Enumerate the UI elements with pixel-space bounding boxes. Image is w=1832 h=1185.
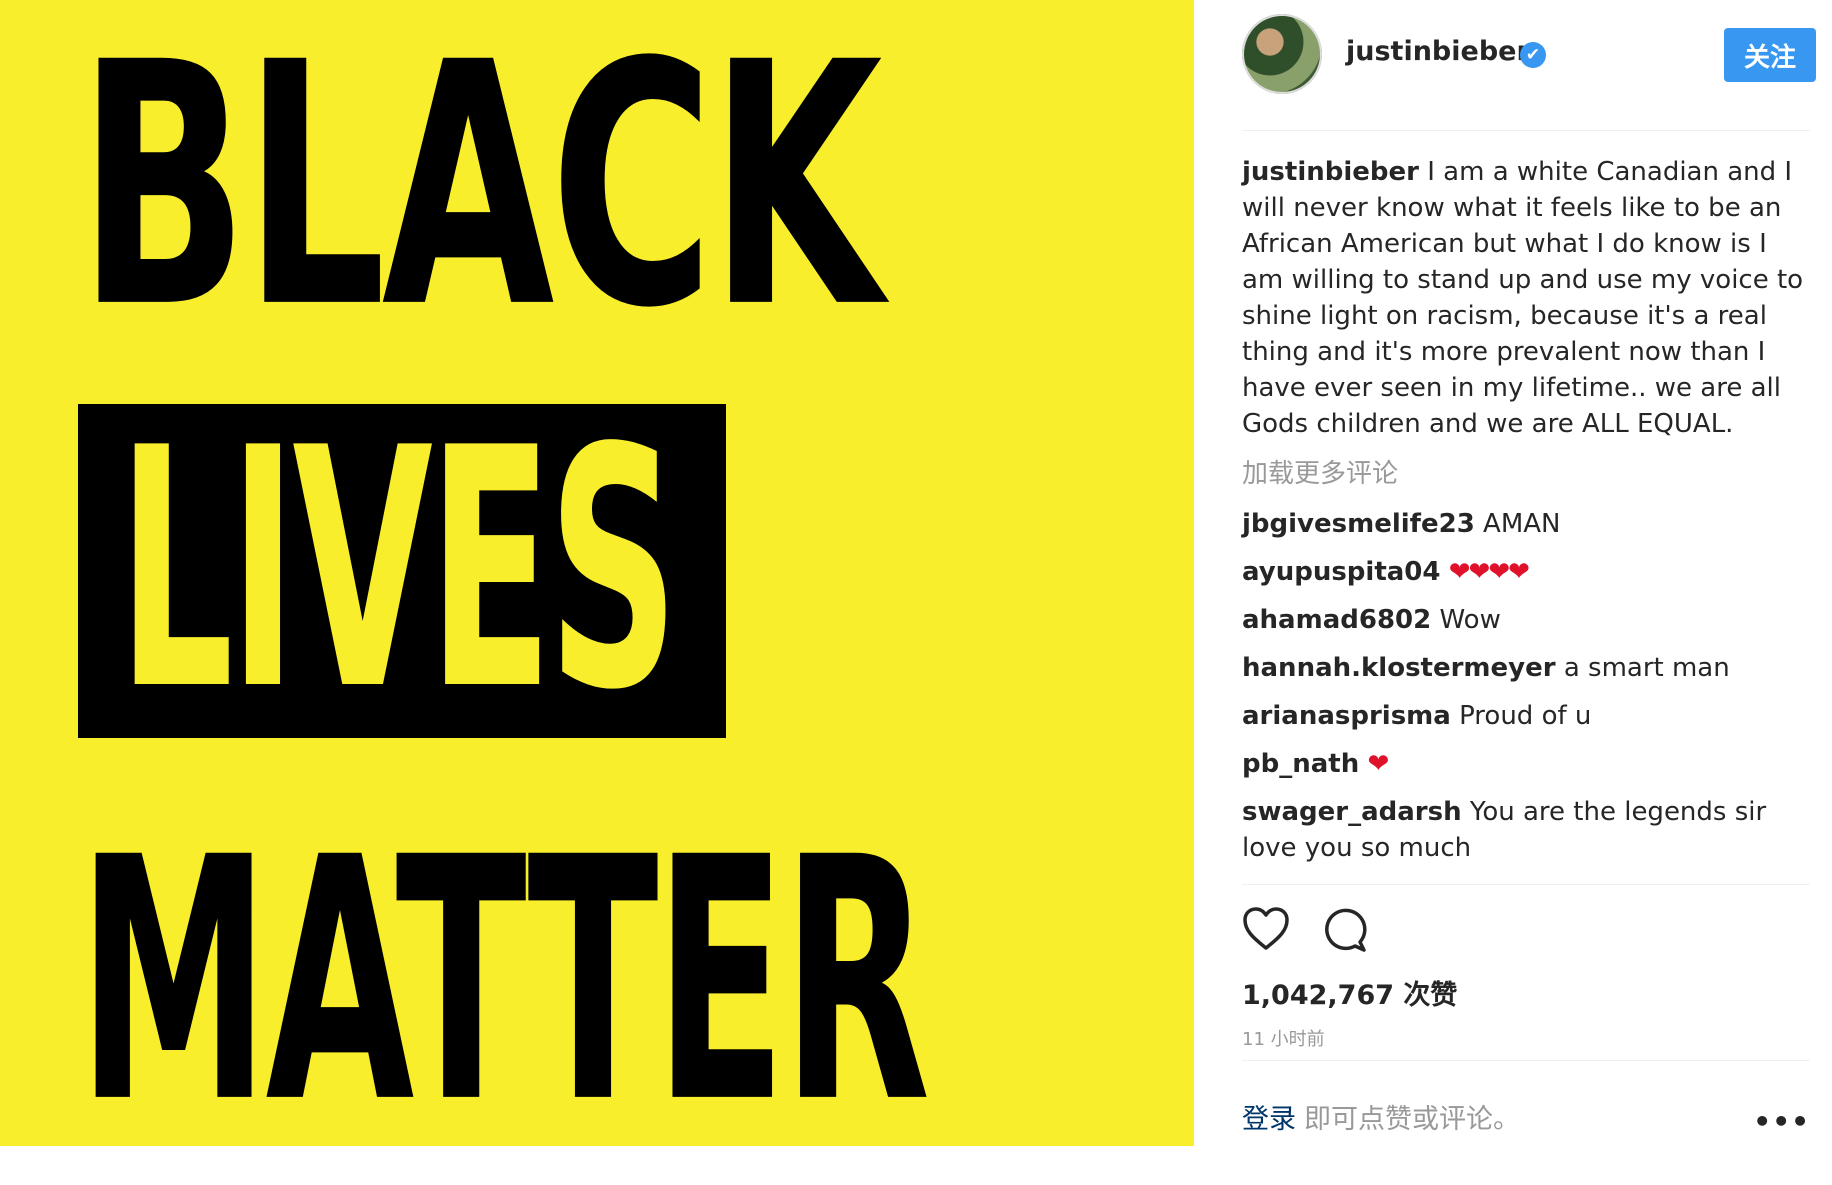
comment-username[interactable]: pb_nath — [1242, 749, 1359, 779]
comment-text: Wow — [1439, 605, 1501, 635]
comment-username[interactable]: ahamad6802 — [1242, 605, 1431, 635]
more-options-icon[interactable]: ••• — [1753, 1105, 1810, 1138]
comment-text: a smart man — [1563, 653, 1730, 683]
comment-username[interactable]: swager_adarsh — [1242, 797, 1462, 827]
comment-item: arianasprisma Proud of u — [1242, 698, 1810, 734]
comment-item: ahamad6802 Wow — [1242, 602, 1810, 638]
comment-username[interactable]: arianasprisma — [1242, 701, 1451, 731]
comment-item: swager_adarsh You are the legends sir lo… — [1242, 794, 1810, 866]
comment-item: jbgivesmelife23 AMAN — [1242, 506, 1810, 542]
comment-text: ❤ — [1367, 749, 1389, 779]
comment-text: ❤❤❤❤ — [1448, 557, 1530, 587]
load-more-comments-link[interactable]: 加载更多评论 — [1242, 456, 1810, 492]
caption-text: I am a white Canadian and I will never k… — [1242, 157, 1804, 439]
comments-list: justinbieber I am a white Canadian and I… — [1242, 154, 1810, 878]
comment-username[interactable]: hannah.klostermeyer — [1242, 653, 1556, 683]
comment-username[interactable]: jbgivesmelife23 — [1242, 509, 1475, 539]
login-prompt-text: 即可点赞或评论。 — [1304, 1104, 1520, 1135]
post-sidebar: justinbieber ✔ 关注 justinbieber I am a wh… — [1194, 0, 1832, 1146]
caption-username[interactable]: justinbieber — [1242, 157, 1419, 187]
comment-username[interactable]: ayupuspita04 — [1242, 557, 1440, 587]
comment-item: pb_nath ❤ — [1242, 746, 1810, 782]
likes-count[interactable]: 1,042,767 次赞 — [1242, 973, 1457, 1012]
login-prompt: 登录 即可点赞或评论。 ••• — [1242, 1060, 1810, 1147]
comment-text: AMAN — [1483, 509, 1561, 539]
heart-icon[interactable] — [1242, 907, 1290, 955]
image-text-matter: MATTER — [78, 786, 930, 1146]
comment-text: Proud of u — [1459, 701, 1592, 731]
timestamp: 11 小时前 — [1242, 1029, 1325, 1050]
image-text-black: BLACK — [78, 0, 883, 382]
post-image[interactable]: BLACK LIVES MATTER — [0, 0, 1194, 1146]
post-header — [1242, 0, 1810, 131]
login-link[interactable]: 登录 — [1242, 1097, 1296, 1136]
image-text-lives: LIVES — [118, 378, 679, 762]
caption: justinbieber I am a white Canadian and I… — [1242, 154, 1810, 442]
comment-item: ayupuspita04 ❤❤❤❤ — [1242, 554, 1810, 590]
comment-icon[interactable] — [1322, 907, 1368, 957]
comment-item: hannah.klostermeyer a smart man — [1242, 650, 1810, 686]
